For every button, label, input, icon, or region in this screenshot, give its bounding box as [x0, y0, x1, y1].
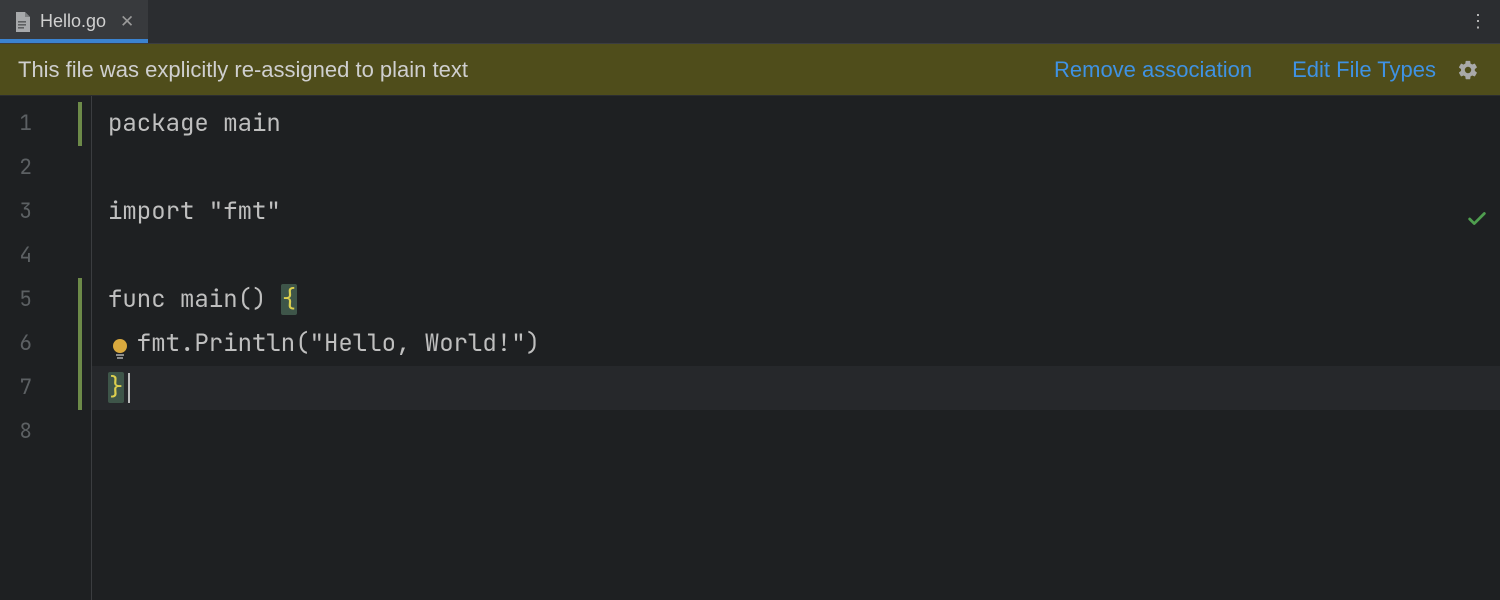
- code-line[interactable]: [92, 146, 1500, 190]
- code-line[interactable]: func main() {: [92, 278, 1500, 322]
- code-line[interactable]: }: [92, 366, 1500, 410]
- line-number: 5: [0, 278, 56, 322]
- modified-marker: [78, 278, 82, 410]
- code-line[interactable]: [92, 410, 1500, 454]
- modified-marker: [78, 102, 82, 146]
- close-tab-icon[interactable]: ✕: [120, 12, 134, 32]
- tab-options-menu[interactable]: ⋮: [1456, 0, 1500, 44]
- code-line[interactable]: package main: [92, 102, 1500, 146]
- tab-bar: Hello.go ✕ ⋮: [0, 0, 1500, 44]
- matched-brace: }: [108, 372, 124, 403]
- banner-message: This file was explicitly re-assigned to …: [18, 57, 1014, 83]
- editor-window: Hello.go ✕ ⋮ This file was explicitly re…: [0, 0, 1500, 600]
- code-area[interactable]: package main import "fmt" func main() { fm…: [92, 96, 1500, 600]
- change-stripe: [56, 96, 92, 600]
- remove-association-link[interactable]: Remove association: [1054, 57, 1252, 83]
- line-number: 1: [0, 102, 56, 146]
- code-editor[interactable]: 12345678 package main import "fmt" func ma…: [0, 96, 1500, 600]
- banner-settings-icon[interactable]: [1454, 56, 1482, 84]
- line-number-gutter: 12345678: [0, 96, 56, 600]
- file-association-banner: This file was explicitly re-assigned to …: [0, 44, 1500, 96]
- tab-label: Hello.go: [40, 11, 106, 32]
- line-number: 8: [0, 410, 56, 454]
- text-cursor: [128, 373, 130, 403]
- matched-brace: {: [281, 284, 297, 315]
- code-line[interactable]: import "fmt": [92, 190, 1500, 234]
- line-number: 2: [0, 146, 56, 190]
- edit-file-types-link[interactable]: Edit File Types: [1292, 57, 1436, 83]
- file-icon: [14, 12, 32, 32]
- file-tab[interactable]: Hello.go ✕: [0, 0, 149, 43]
- line-number: 4: [0, 234, 56, 278]
- line-number: 6: [0, 322, 56, 366]
- inspection-ok-icon[interactable]: [1466, 208, 1488, 230]
- active-tab-underline: [0, 39, 148, 43]
- line-number: 7: [0, 366, 56, 410]
- code-line[interactable]: fmt.Println("Hello, World!"): [92, 322, 1500, 366]
- code-line[interactable]: [92, 234, 1500, 278]
- line-number: 3: [0, 190, 56, 234]
